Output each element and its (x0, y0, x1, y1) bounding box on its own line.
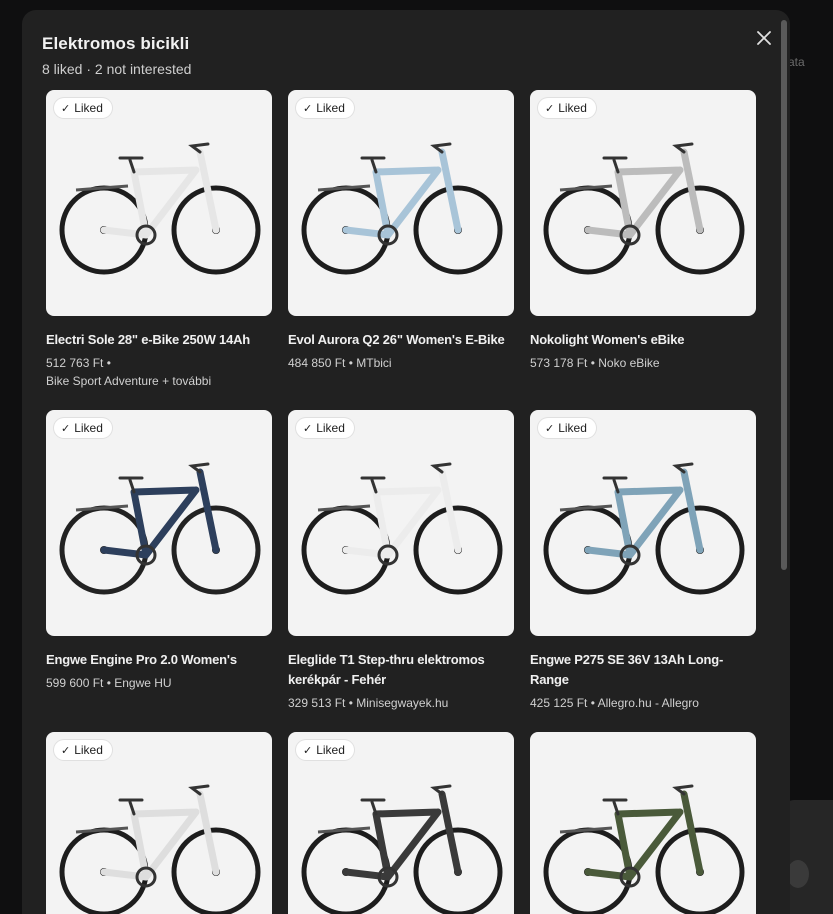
product-seller[interactable]: Bike Sport Adventure + további (46, 372, 272, 390)
product-title[interactable]: Evol Aurora Q2 26" Women's E-Bike (288, 330, 514, 350)
bicycle-icon (59, 462, 261, 595)
check-icon: ✓ (545, 102, 555, 115)
product-card[interactable] (530, 732, 756, 914)
dialog-title: Elektromos bicikli (42, 34, 190, 53)
check-icon: ✓ (303, 744, 313, 757)
product-price-seller: 425 125 Ft • Allegro.hu - Allegro (530, 696, 699, 710)
product-price-seller: 484 850 Ft • MTbici (288, 356, 392, 370)
liked-badge: ✓ Liked (54, 98, 112, 118)
scrollbar-thumb[interactable] (781, 20, 787, 570)
product-image[interactable]: ✓ Liked (288, 90, 514, 316)
liked-label: Liked (316, 101, 345, 115)
check-icon: ✓ (303, 422, 313, 435)
check-icon: ✓ (545, 422, 555, 435)
close-button[interactable] (752, 26, 776, 50)
product-card[interactable]: ✓ Liked (288, 732, 514, 914)
liked-label: Liked (558, 101, 587, 115)
backdrop-avatar (787, 860, 809, 888)
liked-items-dialog: Elektromos bicikli 8 liked · 2 not inter… (22, 10, 790, 914)
liked-label: Liked (316, 743, 345, 757)
product-card[interactable]: ✓ Liked Eleglide T1 Step-thru elektromos k… (288, 410, 514, 712)
liked-label: Liked (558, 421, 587, 435)
liked-badge: ✓ Liked (54, 418, 112, 438)
product-image[interactable]: ✓ Liked (530, 410, 756, 636)
backdrop-text: ata (788, 55, 805, 69)
product-image[interactable]: ✓ Liked (288, 732, 514, 914)
dialog-subtitle: 8 liked · 2 not interested (42, 61, 192, 77)
liked-label: Liked (74, 743, 103, 757)
liked-badge: ✓ Liked (296, 98, 354, 118)
bicycle-icon (543, 784, 745, 914)
liked-badge: ✓ Liked (538, 418, 596, 438)
liked-label: Liked (74, 101, 103, 115)
dialog-scrollbar[interactable] (779, 18, 789, 914)
bicycle-icon (301, 462, 503, 595)
product-image[interactable]: ✓ Liked (530, 90, 756, 316)
liked-badge: ✓ Liked (54, 740, 112, 760)
bicycle-icon (301, 142, 503, 275)
product-card[interactable]: ✓ Liked Engwe P275 SE 36V 13Ah Long-Range 4… (530, 410, 756, 712)
liked-label: Liked (74, 421, 103, 435)
liked-label: Liked (316, 421, 345, 435)
product-title[interactable]: Engwe Engine Pro 2.0 Women's (46, 650, 272, 670)
bicycle-icon (543, 142, 745, 275)
liked-badge: ✓ Liked (538, 98, 596, 118)
product-card[interactable]: ✓ Liked Electri Sole 28" e-Bike 250W 14Ah 5… (46, 90, 272, 390)
dialog-header: Elektromos bicikli 8 liked · 2 not inter… (42, 34, 191, 77)
product-image[interactable] (530, 732, 756, 914)
check-icon: ✓ (61, 744, 71, 757)
product-price-seller: 512 763 Ft • (46, 356, 111, 370)
product-image[interactable]: ✓ Liked (46, 410, 272, 636)
product-card[interactable]: ✓ Liked Evol Aurora Q2 26" Women's E-Bike 4… (288, 90, 514, 372)
product-image[interactable]: ✓ Liked (46, 732, 272, 914)
backdrop-panel (784, 800, 833, 914)
product-price-seller: 573 178 Ft • Noko eBike (530, 356, 660, 370)
close-icon (757, 31, 771, 45)
product-price-seller: 329 513 Ft • Minisegwayek.hu (288, 696, 449, 710)
product-title[interactable]: Engwe P275 SE 36V 13Ah Long-Range (530, 650, 756, 690)
bicycle-icon (59, 142, 261, 275)
check-icon: ✓ (303, 102, 313, 115)
product-title[interactable]: Electri Sole 28" e-Bike 250W 14Ah (46, 330, 272, 350)
product-title[interactable]: Nokolight Women's eBike (530, 330, 756, 350)
product-card[interactable]: ✓ Liked Nokolight Women's eBike 573 178 Ft … (530, 90, 756, 372)
check-icon: ✓ (61, 422, 71, 435)
product-card[interactable]: ✓ Liked (46, 732, 272, 914)
liked-badge: ✓ Liked (296, 740, 354, 760)
product-image[interactable]: ✓ Liked (46, 90, 272, 316)
product-card[interactable]: ✓ Liked Engwe Engine Pro 2.0 Women's 599 60… (46, 410, 272, 692)
product-price-seller: 599 600 Ft • Engwe HU (46, 676, 172, 690)
liked-badge: ✓ Liked (296, 418, 354, 438)
product-image[interactable]: ✓ Liked (288, 410, 514, 636)
bicycle-icon (543, 462, 745, 595)
check-icon: ✓ (61, 102, 71, 115)
product-title[interactable]: Eleglide T1 Step-thru elektromos kerékpá… (288, 650, 514, 690)
